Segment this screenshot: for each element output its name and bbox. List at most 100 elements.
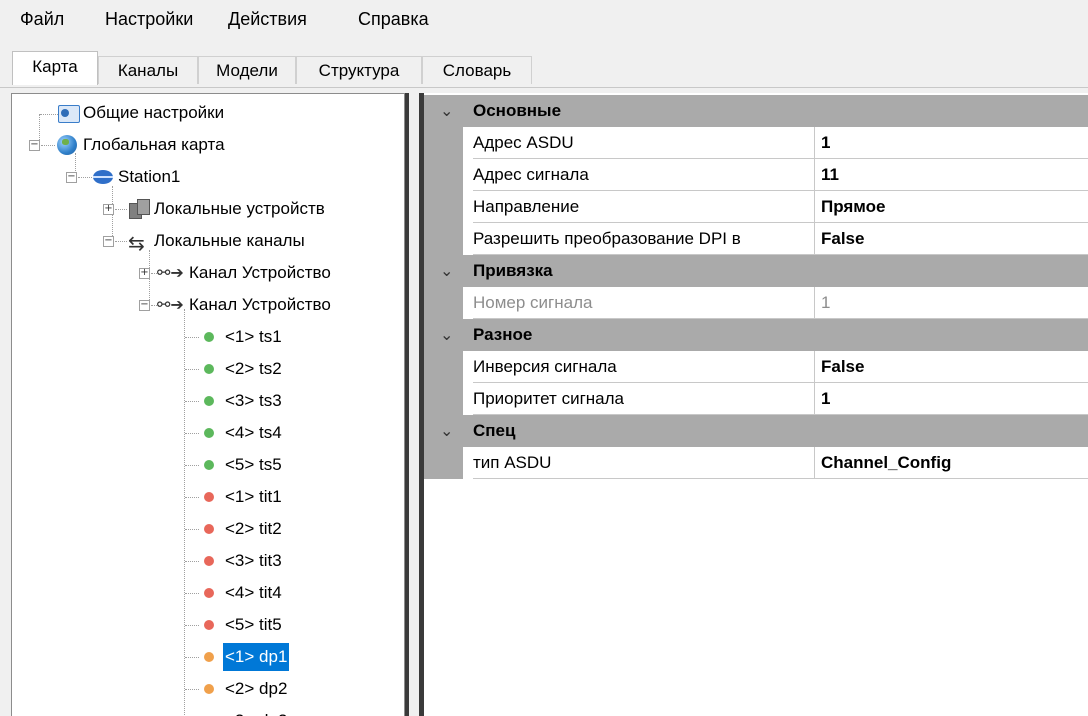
globe-icon <box>57 135 77 155</box>
tree-item-channel-1[interactable]: + ⚯➔ Канал Устройство <box>12 257 404 289</box>
tree-view[interactable]: Общие настройки − Глобальная карта − Sta… <box>11 93 405 716</box>
collapse-icon[interactable]: − <box>29 140 40 151</box>
property-value: 1 <box>815 287 1088 319</box>
tree-item-label: <5> ts5 <box>225 455 282 474</box>
row-gutter <box>424 287 463 319</box>
collapse-icon[interactable]: − <box>66 172 77 183</box>
category-main[interactable]: ⌄ Основные <box>424 95 1088 127</box>
tree-item-signal-ts3[interactable]: <3> ts3 <box>12 385 404 417</box>
tree-item-label: Общие настройки <box>83 103 225 122</box>
property-row-direction[interactable]: Направление Прямое <box>424 191 1088 223</box>
property-value[interactable]: 1 <box>815 383 1088 415</box>
tab-structure[interactable]: Структура <box>296 56 422 84</box>
tree-item-signal-tit3[interactable]: <3> tit3 <box>12 545 404 577</box>
row-gutter <box>424 383 463 415</box>
property-name: Разрешить преобразование DPI в <box>473 223 815 255</box>
row-gutter <box>424 127 463 159</box>
category-misc[interactable]: ⌄ Разное <box>424 319 1088 351</box>
chevron-down-icon[interactable]: ⌄ <box>440 95 453 127</box>
tree-item-label: <5> tit5 <box>225 615 282 634</box>
devices-icon <box>129 199 150 219</box>
expand-icon[interactable]: + <box>103 204 114 215</box>
channel-icon: ⚯➔ <box>157 295 184 314</box>
tree-item-global-map[interactable]: − Глобальная карта <box>12 129 404 161</box>
property-row-signal-number[interactable]: Номер сигнала 1 <box>424 287 1088 319</box>
network-icon: ⇆ <box>128 231 145 255</box>
tree-item-signal-tit5[interactable]: <5> tit5 <box>12 609 404 641</box>
signal-status-icon <box>204 556 214 566</box>
tree-item-channel-2[interactable]: − ⚯➔ Канал Устройство <box>12 289 404 321</box>
signal-status-icon <box>204 620 214 630</box>
tree-item-signal-ts1[interactable]: <1> ts1 <box>12 321 404 353</box>
tree-item-local-channels[interactable]: − ⇆ Локальные каналы <box>12 225 404 257</box>
signal-status-icon <box>204 588 214 598</box>
signal-status-icon <box>204 684 214 694</box>
tree-item-signal-ts4[interactable]: <4> ts4 <box>12 417 404 449</box>
property-grid[interactable]: ⌄ Основные Адрес ASDU 1 Адрес сигнала 11… <box>424 93 1088 716</box>
tab-map[interactable]: Карта <box>12 51 98 85</box>
property-value[interactable]: Channel_Config <box>815 447 1088 479</box>
category-spec[interactable]: ⌄ Спец <box>424 415 1088 447</box>
property-name: Адрес ASDU <box>473 127 815 159</box>
tree-item-signal-tit4[interactable]: <4> tit4 <box>12 577 404 609</box>
tree-item-label: Канал Устройство <box>189 295 331 314</box>
tab-models[interactable]: Модели <box>198 56 296 84</box>
signal-status-icon <box>204 396 214 406</box>
tree-item-label: Station1 <box>118 167 181 186</box>
tree-item-label: Глобальная карта <box>83 135 225 154</box>
tree-item-signal-ts2[interactable]: <2> ts2 <box>12 353 404 385</box>
property-value[interactable]: 1 <box>815 127 1088 159</box>
property-value[interactable]: Прямое <box>815 191 1088 223</box>
tree-item-general-settings[interactable]: Общие настройки <box>12 97 404 129</box>
tree-item-signal-dp1[interactable]: <1> dp1 <box>12 641 404 673</box>
row-gutter <box>424 159 463 191</box>
tab-dictionary[interactable]: Словарь <box>422 56 532 84</box>
tree-item-label: <1> tit1 <box>225 487 282 506</box>
property-row-asdu-type[interactable]: тип ASDU Channel_Config <box>424 447 1088 479</box>
chevron-down-icon[interactable]: ⌄ <box>440 255 453 287</box>
chevron-down-icon[interactable]: ⌄ <box>440 415 453 447</box>
signal-status-icon <box>204 364 214 374</box>
property-row-signal-inversion[interactable]: Инверсия сигнала False <box>424 351 1088 383</box>
property-row-signal-priority[interactable]: Приоритет сигнала 1 <box>424 383 1088 415</box>
property-value[interactable]: False <box>815 223 1088 255</box>
tree-item-signal-dp3[interactable]: <3> dp3 <box>12 705 404 716</box>
signal-status-icon <box>204 524 214 534</box>
tree-item-label: <4> ts4 <box>225 423 282 442</box>
signal-status-icon <box>204 492 214 502</box>
panel-splitter[interactable] <box>405 93 424 716</box>
tree-item-label: <1> ts1 <box>225 327 282 346</box>
tree-item-station[interactable]: − Station1 <box>12 161 404 193</box>
menu-bar: Файл Настройки Действия Справка <box>0 0 1088 40</box>
row-gutter <box>424 351 463 383</box>
menu-file[interactable]: Файл <box>20 9 64 30</box>
splitter-bar <box>405 93 409 716</box>
category-label: Спец <box>473 421 516 440</box>
menu-settings[interactable]: Настройки <box>105 9 193 30</box>
property-name: тип ASDU <box>473 447 815 479</box>
property-row-signal-address[interactable]: Адрес сигнала 11 <box>424 159 1088 191</box>
menu-actions[interactable]: Действия <box>228 9 307 30</box>
property-value[interactable]: 11 <box>815 159 1088 191</box>
menu-help[interactable]: Справка <box>358 9 429 30</box>
property-row-dpi-conversion[interactable]: Разрешить преобразование DPI в False <box>424 223 1088 255</box>
category-binding[interactable]: ⌄ Привязка <box>424 255 1088 287</box>
tree-item-signal-tit2[interactable]: <2> tit2 <box>12 513 404 545</box>
tree-item-signal-dp2[interactable]: <2> dp2 <box>12 673 404 705</box>
tree-item-label-selected: <1> dp1 <box>223 643 290 671</box>
tree-item-label: <2> ts2 <box>225 359 282 378</box>
property-row-asdu-address[interactable]: Адрес ASDU 1 <box>424 127 1088 159</box>
expand-icon[interactable]: + <box>139 268 150 279</box>
tree-item-signal-tit1[interactable]: <1> tit1 <box>12 481 404 513</box>
tree-item-local-devices[interactable]: + Локальные устройств <box>12 193 404 225</box>
tab-channels[interactable]: Каналы <box>98 56 198 84</box>
chevron-down-icon[interactable]: ⌄ <box>440 319 453 351</box>
category-label: Разное <box>473 325 533 344</box>
tree-item-signal-ts5[interactable]: <5> ts5 <box>12 449 404 481</box>
collapse-icon[interactable]: − <box>103 236 114 247</box>
tree-item-label: <2> tit2 <box>225 519 282 538</box>
signal-status-icon <box>204 460 214 470</box>
property-name: Инверсия сигнала <box>473 351 815 383</box>
collapse-icon[interactable]: − <box>139 300 150 311</box>
property-value[interactable]: False <box>815 351 1088 383</box>
